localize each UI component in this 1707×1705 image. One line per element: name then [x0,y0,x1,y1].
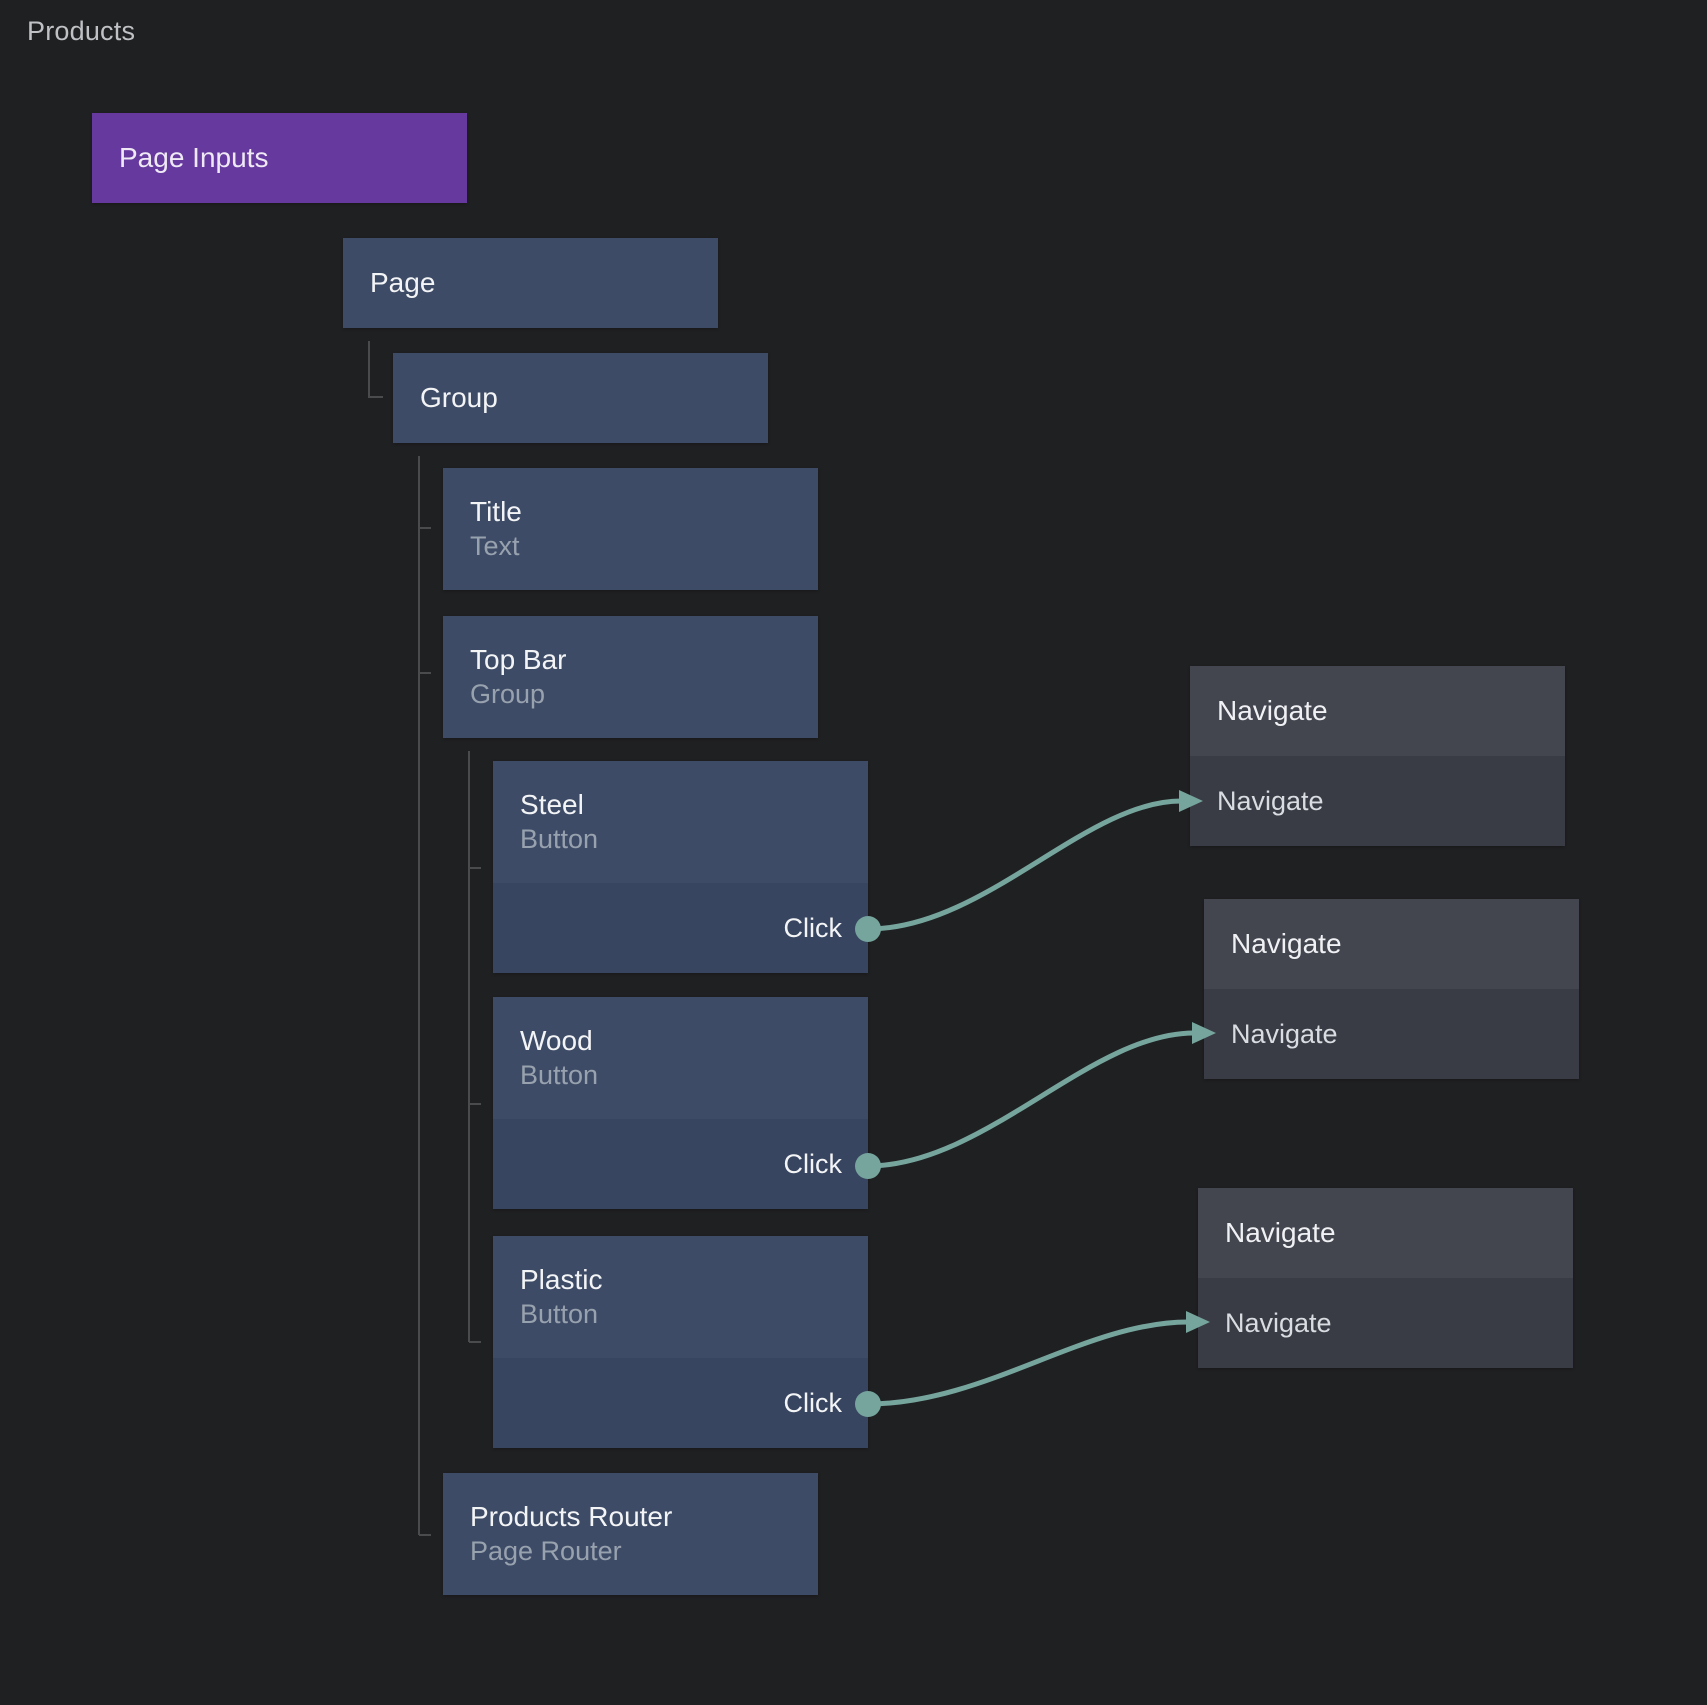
wire-wood-click-to-navigate-2[interactable] [868,1033,1194,1166]
tree-connector-group [419,456,431,1535]
tree-connector-top-bar [469,751,481,1342]
tree-connector-page [369,341,383,398]
port-steel-click[interactable] [855,916,881,942]
connections-layer [0,0,1707,1705]
port-plastic-click[interactable] [855,1391,881,1417]
port-wood-click[interactable] [855,1153,881,1179]
arrow-head-navigate-1 [1179,790,1203,812]
arrow-head-navigate-2 [1192,1022,1216,1044]
node-editor-canvas[interactable]: Products Page Inputs Page Group Title Te… [0,0,1707,1705]
wire-steel-click-to-navigate-1[interactable] [868,801,1181,929]
arrow-head-navigate-3 [1186,1311,1210,1333]
wire-plastic-click-to-navigate-3[interactable] [868,1322,1188,1404]
